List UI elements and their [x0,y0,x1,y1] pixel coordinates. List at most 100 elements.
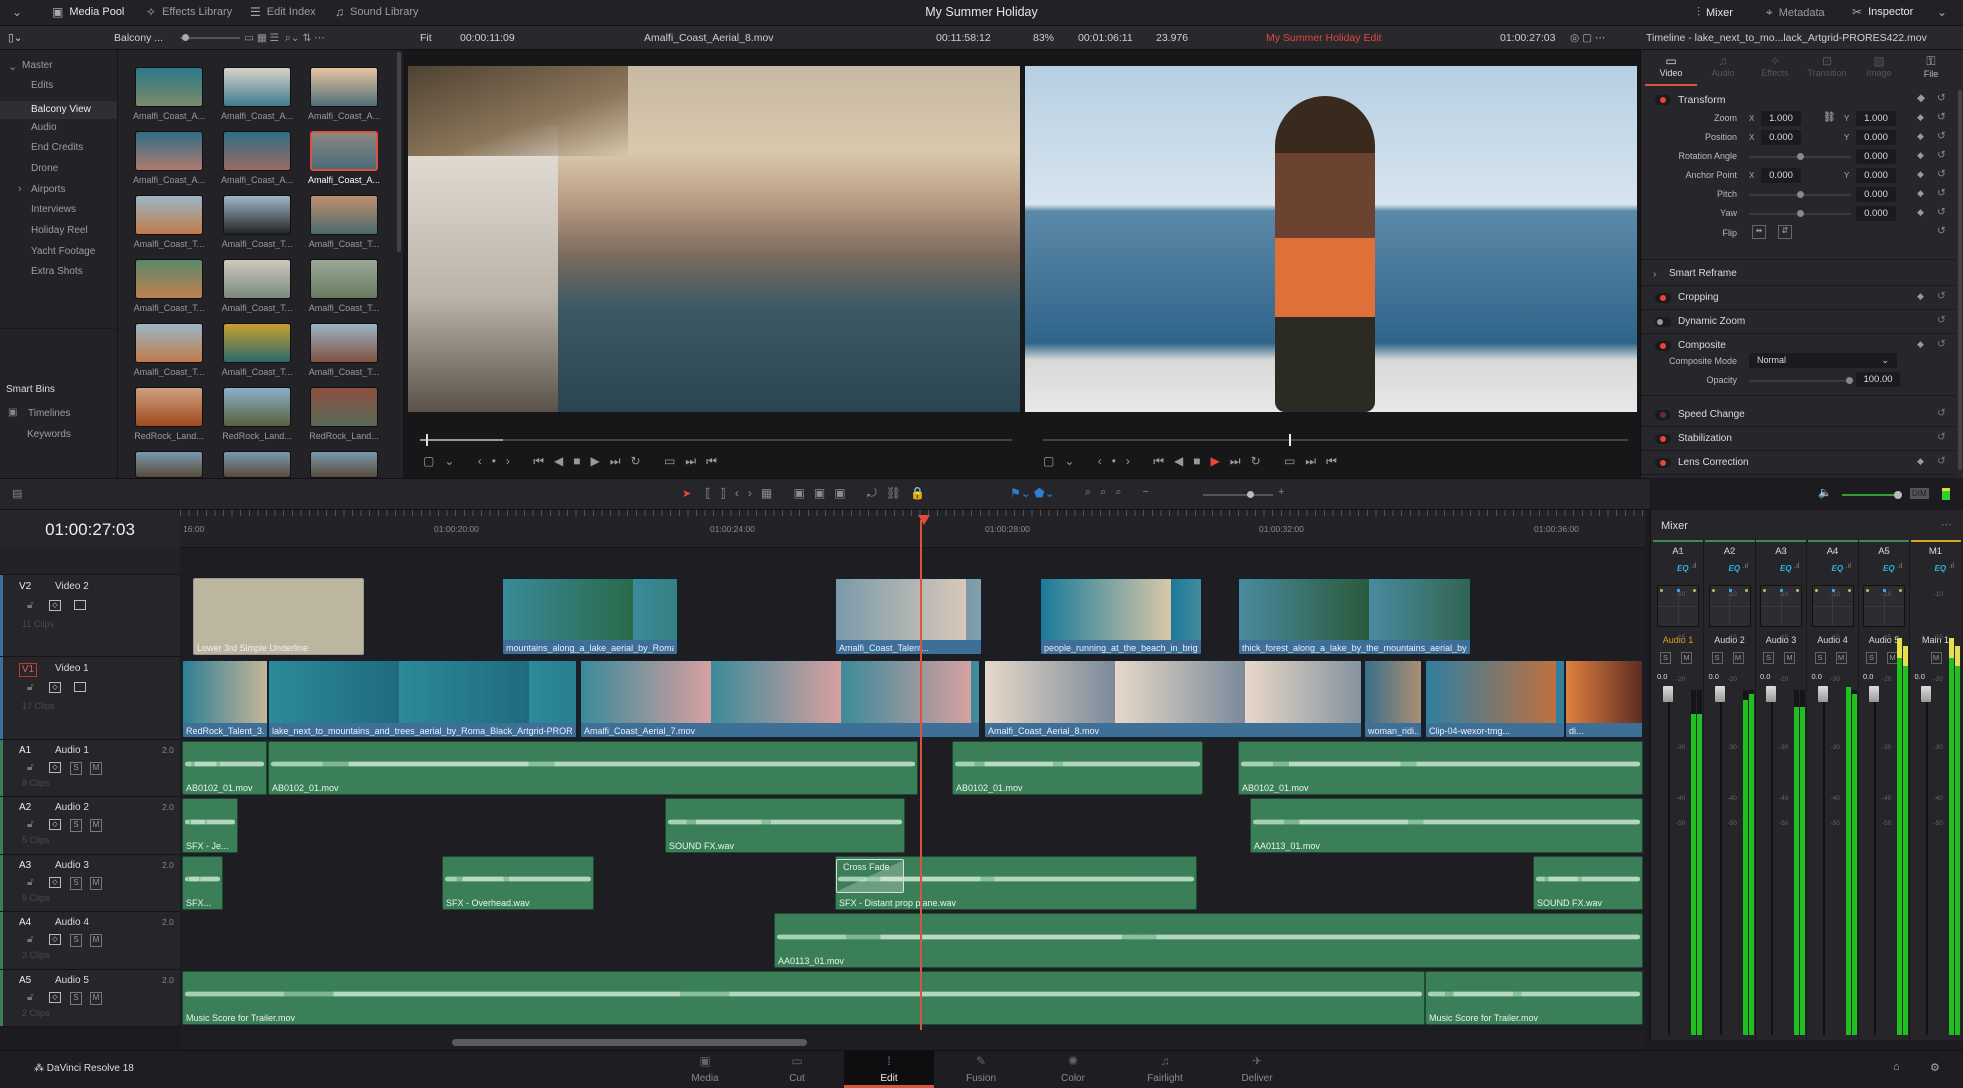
mute-button[interactable]: M [90,934,102,947]
media-pool-clip-name[interactable]: Amalfi_Coast_T... [217,367,297,377]
rotation-slider[interactable] [1749,153,1851,160]
video-clip[interactable]: thick_forest_along_a_lake_by_the_mountai… [1238,578,1471,655]
enable-toggle[interactable] [1655,434,1671,444]
media-pool-clip-thumbnail[interactable] [310,323,378,363]
keyframe-icon[interactable]: ◆ [1917,150,1924,161]
auto-select-icon[interactable]: ◇ [49,600,61,611]
reset-icon[interactable]: ↺ [1937,290,1946,302]
inspector-tab-video[interactable]: ▭ Video [1645,54,1697,86]
smart-reframe-section[interactable]: › Smart Reframe [1641,262,1956,286]
media-pool-clip-name[interactable]: Amalfi_Coast_T... [304,239,384,249]
media-pool-clip-thumbnail[interactable] [223,451,291,478]
media-pool-clip-name[interactable]: Amalfi_Coast_T... [129,239,209,249]
media-pool-clip-thumbnail[interactable] [310,259,378,299]
track-name[interactable]: Video 2 [55,581,89,592]
bin-item[interactable]: Balcony View [0,101,117,119]
reset-icon[interactable]: ↺ [1937,111,1946,123]
keyframe-icon[interactable]: ◆ [1917,169,1924,180]
bin-item[interactable]: Yacht Footage [31,246,95,257]
pitch-slider[interactable] [1749,191,1851,198]
panel-toggle-icon[interactable]: ▯⌄ [8,32,23,44]
media-pool-clip-thumbnail[interactable] [135,67,203,107]
inspector-tab-file[interactable]: ⚿ File [1905,54,1957,79]
playhead[interactable] [920,520,922,1040]
keyframe-icon[interactable]: ◆ [1917,92,1925,104]
mute-button[interactable]: M [1681,652,1692,664]
track-id[interactable]: A4 [19,917,37,931]
media-pool-clip-name[interactable]: Amalfi_Coast_T... [217,239,297,249]
video-clip[interactable]: mountains_along_a_lake_aerial_by_Roma... [502,578,678,655]
enable-toggle[interactable] [1655,458,1671,468]
solo-button[interactable]: S [70,934,82,947]
track-id[interactable]: V2 [19,581,37,595]
fader-handle[interactable] [1766,686,1776,702]
video-clip[interactable]: lake_next_to_mountains_and_trees_aerial_… [268,660,577,738]
reset-icon[interactable]: ↺ [1937,314,1946,326]
flag-icon[interactable]: ⚑⌄ ⬟⌄ [1010,486,1055,500]
media-pool-clip-thumbnail[interactable] [223,259,291,299]
enable-toggle[interactable] [1655,293,1671,303]
reset-icon[interactable]: ↺ [1937,168,1946,180]
solo-button[interactable]: S [1866,652,1877,664]
reset-icon[interactable]: ↺ [1937,149,1946,161]
keyframe-icon[interactable]: ◆ [1917,291,1924,302]
media-pool-clip-name[interactable]: RedRock_Land... [217,431,297,441]
position_y-field[interactable]: 0.000 [1856,130,1896,145]
selection-tool-icon[interactable]: ➤ [682,487,691,500]
media-pool-clip-name[interactable]: Amalfi_Coast_A... [129,175,209,185]
lock-icon[interactable]: 🔓︎ [27,934,33,945]
media-pool-clip-name[interactable]: Amalfi_Coast_A... [304,111,384,121]
bin-name[interactable]: Balcony ... [114,32,163,44]
solo-button[interactable]: S [1660,652,1671,664]
media-pool-clip-name[interactable]: RedRock_Land... [304,431,384,441]
composite-mode-dropdown[interactable]: Normal ⌄ [1749,353,1897,368]
media-pool-clip-name[interactable]: Amalfi_Coast_T... [129,303,209,313]
timeline-scrubber[interactable] [1043,434,1628,446]
audio-clip[interactable]: AB0102_01.mov [182,741,267,795]
page-cut[interactable]: ▭ Cut [752,1051,842,1088]
bin-item[interactable]: Holiday Reel [31,225,88,236]
stabilization-section[interactable]: Stabilization ↺ [1641,427,1956,451]
monitor-volume-slider[interactable] [1842,491,1902,499]
bin-item[interactable]: Drone [31,163,58,174]
track-id[interactable]: A2 [19,802,37,816]
opacity-field[interactable]: 100.00 [1856,372,1900,387]
video-clip[interactable]: Lower 3rd Simple Underline [193,578,364,655]
audio-clip[interactable]: SOUND FX.wav [1533,856,1643,910]
audio-clip[interactable]: SFX - Overhead.wav [442,856,594,910]
bin-item[interactable]: Airports [31,184,65,195]
media-pool-clip-thumbnail[interactable] [135,259,203,299]
track-id[interactable]: V1 [19,663,37,677]
mute-button[interactable]: M [1732,652,1744,664]
yaw-field[interactable]: 0.000 [1856,206,1896,221]
speed-change-section[interactable]: Speed Change ↺ [1641,403,1956,427]
enable-toggle[interactable] [1655,341,1671,351]
position_x-field[interactable]: 0.000 [1761,130,1801,145]
anchor_x-field[interactable]: 0.000 [1761,168,1801,183]
media-pool-clip-thumbnail[interactable] [223,195,291,235]
track-name[interactable]: Audio 2 [55,802,89,813]
reset-icon[interactable]: ↺ [1937,187,1946,199]
audio-clip[interactable]: SOUND FX.wav [665,798,905,853]
timeline-ruler[interactable]: 16:00 01:00:20:00 01:00:24:00 01:00:28:00 01… [180,510,1645,548]
zoom_x-field[interactable]: 1.000 [1761,111,1801,126]
bin-item[interactable]: Master [22,60,53,71]
page-color[interactable]: ✺ Color [1028,1051,1118,1088]
track-name[interactable]: Audio 1 [55,745,89,756]
bin-item[interactable]: Extra Shots [31,266,83,277]
audio-clip[interactable]: Music Score for Trailer.mov [182,971,1425,1025]
eq-button[interactable]: EQ [1883,564,1895,573]
enable-toggle[interactable] [1655,410,1671,420]
keyframe-icon[interactable]: ◆ [1917,207,1924,218]
zoom-tools[interactable]: ⌕⌕⌕ − [1085,486,1158,499]
solo-button[interactable]: S [1814,652,1826,664]
solo-button[interactable]: S [70,877,82,890]
timeline-viewer-image[interactable] [1025,66,1637,412]
zoom_y-field[interactable]: 1.000 [1856,111,1896,126]
pitch-field[interactable]: 0.000 [1856,187,1896,202]
reset-icon[interactable]: ↺ [1937,407,1946,419]
mute-button[interactable]: M [90,877,102,890]
anchor_y-field[interactable]: 0.000 [1856,168,1896,183]
audio-clip[interactable]: AB0102_01.mov [1238,741,1643,795]
reset-icon[interactable]: ↺ [1937,431,1946,443]
